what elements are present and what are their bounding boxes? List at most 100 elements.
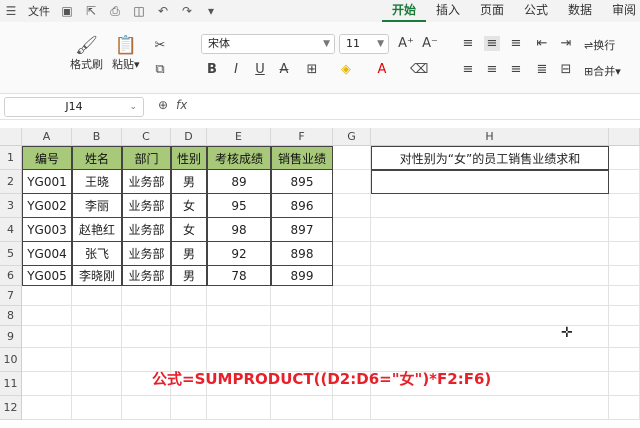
row-header-10[interactable]: 10 [0,348,22,372]
cell[interactable] [271,396,333,420]
cell[interactable] [609,194,640,218]
cell[interactable] [333,286,371,306]
table-header-cell[interactable]: 销售业绩 [271,146,333,170]
tab-page[interactable]: 页面 [470,0,514,22]
table-data-cell[interactable]: 业务部 [122,194,171,218]
export-icon[interactable]: ⇱ [84,4,98,18]
cell[interactable] [333,266,371,286]
save-icon[interactable]: ▣ [60,4,74,18]
answer-cell[interactable] [371,170,609,194]
print-icon[interactable]: ⎙ [108,4,122,18]
cell[interactable] [333,194,371,218]
table-data-cell[interactable]: 897 [271,218,333,242]
tab-insert[interactable]: 插入 [426,0,470,22]
column-header-C[interactable]: C [122,128,171,146]
column-header-D[interactable]: D [171,128,207,146]
cell[interactable] [609,266,640,286]
row-header-12[interactable]: 12 [0,396,22,420]
table-data-cell[interactable]: 业务部 [122,218,171,242]
chevron-down-icon[interactable]: ▾ [204,4,218,18]
table-data-cell[interactable]: YG004 [22,242,72,266]
row-header-3[interactable]: 3 [0,194,22,218]
cell[interactable] [371,326,609,348]
paste-button[interactable]: 📋 粘贴▾ [112,34,140,72]
row-header-6[interactable]: 6 [0,266,22,286]
column-header-E[interactable]: E [207,128,271,146]
table-data-cell[interactable]: 李丽 [72,194,122,218]
column-header-G[interactable]: G [333,128,371,146]
cell[interactable] [609,218,640,242]
table-data-cell[interactable]: 89 [207,170,271,194]
table-header-cell[interactable]: 编号 [22,146,72,170]
table-data-cell[interactable]: 98 [207,218,271,242]
table-data-cell[interactable]: 业务部 [122,170,171,194]
table-data-cell[interactable]: YG005 [22,266,72,286]
question-cell[interactable]: 对性别为“女”的员工销售业绩求和 [371,146,609,170]
bold-icon[interactable]: B [204,62,220,77]
cell[interactable] [333,170,371,194]
merge-button[interactable]: ⊞合并▾ [584,63,621,79]
file-menu[interactable]: 文件 [28,3,50,19]
cut-icon[interactable]: ✂ [152,38,168,53]
tab-review[interactable]: 审阅 [602,0,640,22]
underline-icon[interactable]: U [252,62,268,77]
cell[interactable] [333,242,371,266]
row-header-1[interactable]: 1 [0,146,22,170]
column-header-A[interactable]: A [22,128,72,146]
cell[interactable] [122,306,171,326]
table-data-cell[interactable]: 张飞 [72,242,122,266]
copy-icon[interactable]: ⧉ [152,62,168,77]
cell[interactable] [207,326,271,348]
cell[interactable] [333,326,371,348]
cell[interactable] [271,326,333,348]
zoom-icon[interactable]: ⊕ [158,98,168,112]
align-center-icon[interactable]: ≡ [484,62,500,77]
table-data-cell[interactable]: 895 [271,170,333,194]
cell[interactable] [371,306,609,326]
row-header-4[interactable]: 4 [0,218,22,242]
table-data-cell[interactable]: 男 [171,170,207,194]
table-header-cell[interactable]: 性别 [171,146,207,170]
name-box[interactable]: J14 ⌄ [4,97,144,117]
table-data-cell[interactable]: 业务部 [122,266,171,286]
fill-color-icon[interactable]: ◈ [338,62,354,77]
strikethrough-icon[interactable]: A [276,62,292,77]
table-data-cell[interactable]: 95 [207,194,271,218]
italic-icon[interactable]: I [228,62,244,77]
cell[interactable] [333,396,371,420]
cell[interactable] [609,396,640,420]
table-data-cell[interactable]: YG002 [22,194,72,218]
tab-formula[interactable]: 公式 [514,0,558,22]
indent-increase-icon[interactable]: ⇥ [558,36,574,51]
align-left-icon[interactable]: ≡ [460,62,476,77]
fx-icon[interactable]: fx [176,98,187,112]
align-top-icon[interactable]: ≡ [460,36,476,51]
cell[interactable] [171,326,207,348]
cell[interactable] [72,306,122,326]
align-middle-icon[interactable]: ≡ [484,36,500,51]
table-data-cell[interactable]: 女 [171,194,207,218]
select-all-corner[interactable] [0,128,22,146]
row-header-5[interactable]: 5 [0,242,22,266]
border-icon[interactable]: ⊞ [304,62,320,77]
table-data-cell[interactable]: 男 [171,242,207,266]
undo-icon[interactable]: ↶ [156,4,170,18]
cell[interactable] [171,286,207,306]
preview-icon[interactable]: ◫ [132,4,146,18]
cell[interactable] [22,286,72,306]
font-name-select[interactable]: 宋体 ▼ [201,34,335,54]
cell[interactable] [271,306,333,326]
cell[interactable] [22,326,72,348]
table-data-cell[interactable]: 李晓刚 [72,266,122,286]
table-header-cell[interactable]: 考核成绩 [207,146,271,170]
indent-decrease-icon[interactable]: ⇤ [534,36,550,51]
table-data-cell[interactable]: 王晓 [72,170,122,194]
cell[interactable] [72,396,122,420]
format-painter-button[interactable]: 🖌 格式刷 [70,34,103,72]
cell[interactable] [72,286,122,306]
cell[interactable] [609,170,640,194]
cell[interactable] [22,348,72,372]
increase-font-icon[interactable]: A⁺ [398,36,414,51]
cell[interactable] [72,372,122,396]
cell[interactable] [207,286,271,306]
